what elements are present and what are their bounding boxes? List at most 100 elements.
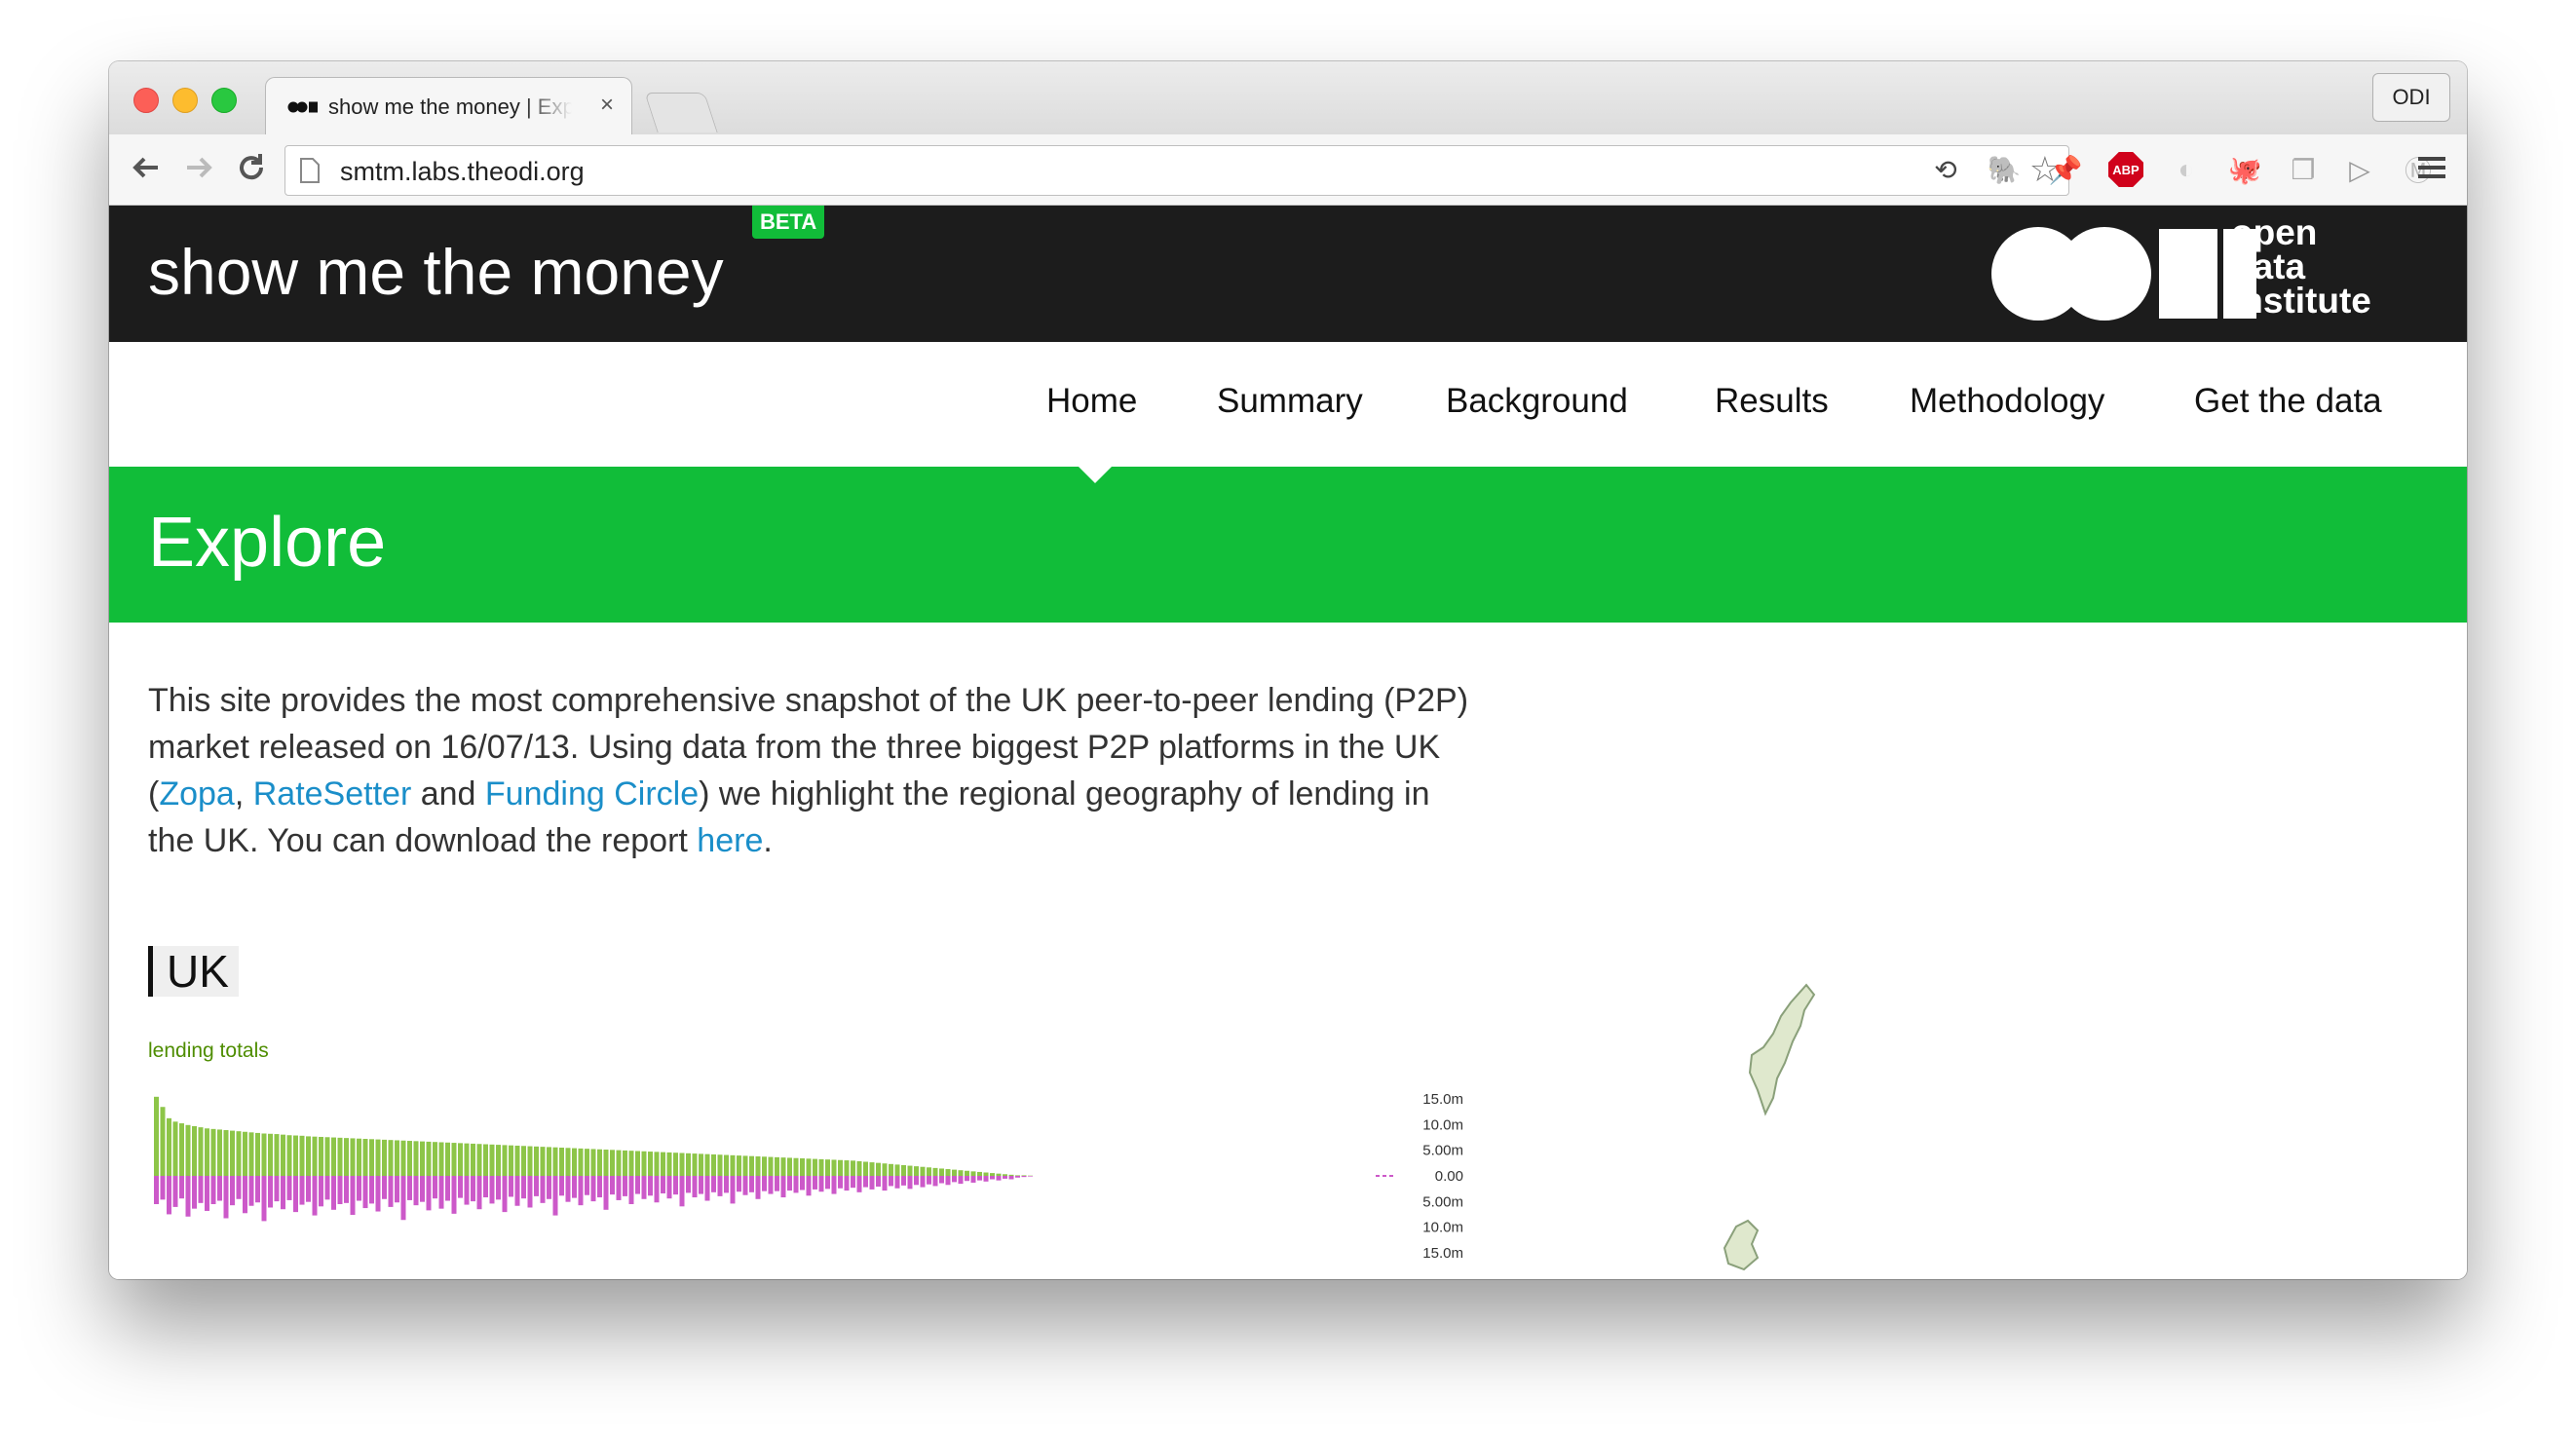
bar-borrowed <box>983 1176 989 1182</box>
bar-lent <box>894 1164 900 1176</box>
bar-lent <box>413 1141 419 1176</box>
bar-lent <box>286 1135 292 1176</box>
bar-borrowed <box>825 1176 830 1190</box>
bar-lent <box>768 1156 774 1176</box>
orkney-islands-shape[interactable] <box>1723 1219 1760 1271</box>
pocket-extension-icon[interactable]: ⟲ <box>1926 150 1965 189</box>
bar-borrowed <box>407 1176 412 1200</box>
bar-borrowed <box>476 1176 482 1210</box>
bar-borrowed <box>673 1176 678 1195</box>
chrome-menu-icon[interactable] <box>2418 152 2457 191</box>
bar-lent <box>945 1169 951 1176</box>
bar-borrowed <box>261 1176 267 1222</box>
bar-borrowed <box>616 1176 622 1200</box>
bar-borrowed <box>236 1176 242 1199</box>
evernote-extension-icon[interactable]: 🐘 <box>1985 150 2024 189</box>
page-icon <box>300 158 320 183</box>
bar-lent <box>882 1163 888 1176</box>
bar-lent <box>547 1147 551 1176</box>
bar-lent <box>268 1133 273 1176</box>
site-title[interactable]: show me the money <box>148 235 724 309</box>
bar-lent <box>458 1143 463 1176</box>
close-window-button[interactable] <box>133 88 159 113</box>
bar-borrowed <box>552 1176 558 1216</box>
forward-arrow-icon[interactable] <box>179 148 218 187</box>
lending-totals-chart: 15.0m 10.0m 5.00m 0.00 5.00m 10.0m 15.0m <box>154 1091 1463 1262</box>
bar-borrowed <box>894 1176 900 1189</box>
back-arrow-icon[interactable] <box>127 148 166 187</box>
nav-item-get-the-data[interactable]: Get the data <box>2194 382 2382 421</box>
y-tick-label: 0.00 <box>1435 1168 1463 1185</box>
bar-lent <box>420 1141 425 1176</box>
nav-item-home[interactable]: Home <box>1046 382 1137 421</box>
minimize-window-button[interactable] <box>172 88 198 113</box>
profile-button[interactable]: ODI <box>2372 73 2450 122</box>
bar-lent <box>357 1138 361 1176</box>
shetland-islands-shape[interactable] <box>1748 983 1816 1116</box>
report-download-link[interactable]: here <box>697 822 763 859</box>
bar-borrowed <box>996 1176 1002 1181</box>
adblock-extension-icon[interactable]: ABP <box>2106 150 2145 189</box>
site-header: show me the money BETA open data institu… <box>109 206 2467 342</box>
drive-extension-icon[interactable]: ▲ <box>2457 150 2467 189</box>
bar-lent <box>889 1163 893 1176</box>
bar-borrowed <box>914 1176 919 1186</box>
github-extension-icon[interactable]: 🐙 <box>2225 150 2264 189</box>
bar-borrowed <box>762 1176 767 1191</box>
bar-borrowed <box>1028 1176 1033 1177</box>
ratesetter-link[interactable]: RateSetter <box>253 775 412 812</box>
bar-lent <box>489 1144 495 1176</box>
bar-borrowed <box>521 1176 526 1199</box>
nav-item-results[interactable]: Results <box>1715 382 1829 421</box>
reload-icon[interactable] <box>232 148 271 187</box>
bar-lent <box>654 1152 660 1176</box>
bar-lent <box>438 1142 444 1176</box>
funding-circle-link[interactable]: Funding Circle <box>485 775 699 812</box>
bar-borrowed <box>464 1176 470 1205</box>
bar-lent <box>907 1165 913 1176</box>
uk-map[interactable] <box>1619 965 1873 1279</box>
bar-lent <box>610 1150 615 1176</box>
sync-extension-icon[interactable]: ◐ <box>2167 150 2206 189</box>
copy-extension-icon[interactable]: ❐ <box>2284 150 2323 189</box>
bar-lent <box>1008 1174 1014 1176</box>
bar-borrowed <box>572 1176 577 1198</box>
bar-lent <box>527 1146 533 1176</box>
new-tab-button[interactable] <box>644 93 718 132</box>
nav-item-methodology[interactable]: Methodology <box>1910 382 2104 421</box>
bar-lent <box>464 1143 470 1176</box>
bar-lent <box>597 1149 602 1176</box>
bar-borrowed <box>420 1176 425 1202</box>
bar-borrowed <box>800 1176 805 1190</box>
bar-borrowed <box>945 1176 951 1186</box>
bar-lent <box>775 1156 779 1176</box>
bar-borrowed <box>977 1176 982 1181</box>
zopa-link[interactable]: Zopa <box>159 775 235 812</box>
tab-active[interactable]: show me the money | Explore × <box>265 77 632 136</box>
bar-borrowed <box>185 1176 191 1217</box>
nav-item-summary[interactable]: Summary <box>1217 382 1363 421</box>
tab-close-icon[interactable]: × <box>600 92 614 119</box>
address-bar[interactable]: smtm.labs.theodi.org ☆ <box>284 145 2069 196</box>
bar-borrowed <box>375 1176 381 1212</box>
bar-borrowed <box>527 1176 533 1208</box>
bar-lent <box>666 1152 672 1176</box>
y-tick-label: 10.0m <box>1422 1116 1463 1133</box>
bar-lent <box>521 1146 526 1176</box>
bar-lent <box>838 1159 843 1176</box>
bar-lent <box>1015 1175 1020 1176</box>
bar-borrowed <box>268 1176 273 1208</box>
bar-borrowed <box>388 1176 394 1207</box>
pin-extension-icon[interactable]: 📌 <box>2046 150 2085 189</box>
bar-lent <box>590 1149 596 1176</box>
nav-item-background[interactable]: Background <box>1446 382 1628 421</box>
bar-lent <box>686 1153 691 1176</box>
bar-borrowed <box>686 1176 691 1193</box>
play-extension-icon[interactable]: ▷ <box>2340 150 2379 189</box>
zoom-window-button[interactable] <box>211 88 237 113</box>
bar-lent <box>692 1153 698 1176</box>
bar-lent <box>920 1166 926 1176</box>
bar-borrowed <box>395 1176 399 1203</box>
intro-paragraph: This site provides the most comprehensiv… <box>148 682 1469 859</box>
bar-lent <box>400 1140 406 1176</box>
